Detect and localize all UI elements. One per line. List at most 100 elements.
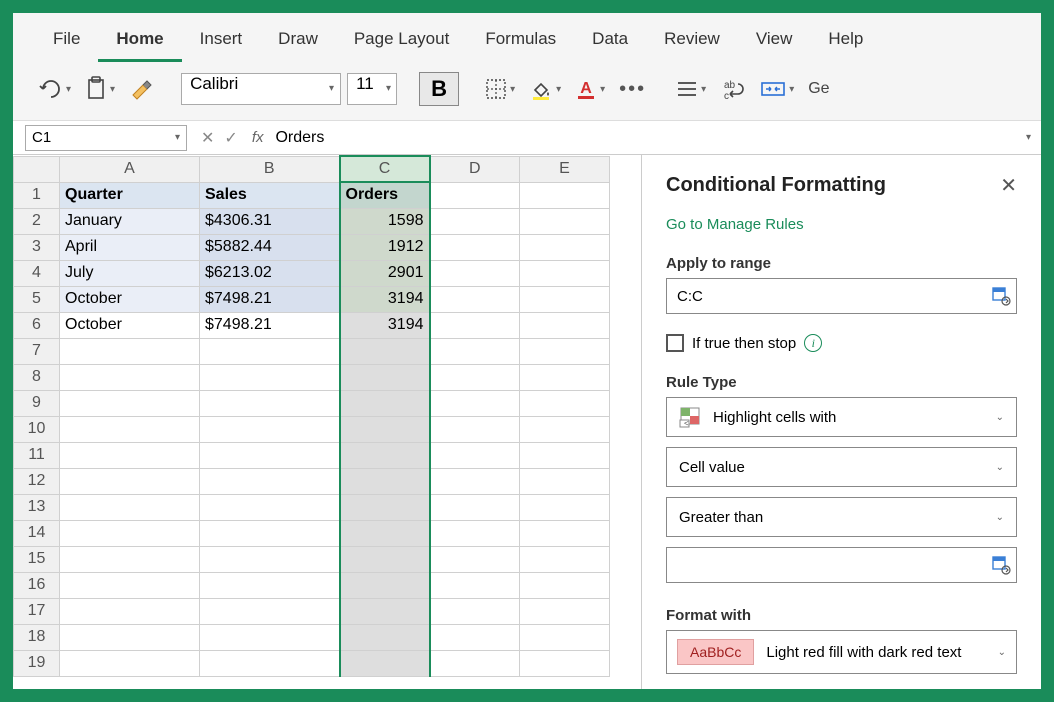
row-header[interactable]: 7 — [14, 338, 60, 364]
cell[interactable]: Quarter — [60, 182, 200, 208]
cell[interactable] — [430, 468, 520, 494]
cell[interactable] — [60, 650, 200, 676]
sheet-grid[interactable]: A B C D E 1QuarterSalesOrders2January$43… — [13, 155, 641, 689]
cell[interactable] — [340, 572, 430, 598]
cell[interactable] — [340, 624, 430, 650]
bold-button[interactable]: B — [419, 72, 459, 106]
cell[interactable]: $4306.31 — [200, 208, 340, 234]
format-with-dropdown[interactable]: AaBbCc Light red fill with dark red text… — [666, 630, 1017, 674]
cell[interactable]: 2901 — [340, 260, 430, 286]
row-header[interactable]: 12 — [14, 468, 60, 494]
cell[interactable] — [520, 468, 610, 494]
more-button[interactable]: ••• — [615, 74, 650, 105]
manage-rules-link[interactable]: Go to Manage Rules — [666, 216, 1017, 233]
cell[interactable] — [520, 286, 610, 312]
cell[interactable] — [60, 624, 200, 650]
cell[interactable] — [200, 390, 340, 416]
row-header[interactable]: 6 — [14, 312, 60, 338]
general-format-button[interactable]: Ge — [804, 76, 833, 102]
cell[interactable] — [430, 390, 520, 416]
cell[interactable]: October — [60, 312, 200, 338]
tab-insert[interactable]: Insert — [182, 21, 261, 62]
cell[interactable] — [340, 650, 430, 676]
comparison-value-input[interactable] — [666, 547, 1017, 583]
comparison-dropdown[interactable]: Greater than ⌄ — [666, 497, 1017, 537]
cell[interactable] — [430, 416, 520, 442]
cell[interactable]: $7498.21 — [200, 286, 340, 312]
row-header[interactable]: 17 — [14, 598, 60, 624]
cell[interactable] — [340, 416, 430, 442]
cell[interactable] — [60, 468, 200, 494]
cell[interactable] — [200, 494, 340, 520]
font-name-select[interactable]: Calibri ▾ — [181, 73, 341, 105]
merge-button[interactable]: ▾ — [756, 75, 798, 103]
cell[interactable] — [520, 520, 610, 546]
cell[interactable] — [430, 546, 520, 572]
cell[interactable] — [200, 416, 340, 442]
cell[interactable] — [430, 338, 520, 364]
row-header[interactable]: 2 — [14, 208, 60, 234]
tab-draw[interactable]: Draw — [260, 21, 336, 62]
cell[interactable]: Sales — [200, 182, 340, 208]
col-header-c[interactable]: C — [340, 156, 430, 182]
cell[interactable]: 1912 — [340, 234, 430, 260]
range-picker-icon[interactable] — [991, 555, 1011, 575]
cell[interactable] — [520, 650, 610, 676]
cell[interactable] — [60, 494, 200, 520]
cell[interactable]: October — [60, 286, 200, 312]
accept-icon[interactable]: ✓ — [224, 128, 237, 148]
cell[interactable] — [430, 572, 520, 598]
cell[interactable] — [520, 234, 610, 260]
cell[interactable] — [200, 442, 340, 468]
cell[interactable] — [520, 494, 610, 520]
select-all-corner[interactable] — [14, 156, 60, 182]
cell[interactable] — [520, 572, 610, 598]
cell[interactable] — [200, 624, 340, 650]
fx-label[interactable]: fx — [246, 129, 270, 146]
cell[interactable] — [340, 390, 430, 416]
cell[interactable] — [430, 286, 520, 312]
info-icon[interactable]: i — [804, 334, 822, 352]
cell[interactable] — [60, 572, 200, 598]
cell[interactable] — [340, 442, 430, 468]
borders-button[interactable]: ▾ — [481, 74, 519, 104]
row-header[interactable]: 11 — [14, 442, 60, 468]
close-icon[interactable]: ✕ — [1000, 173, 1017, 198]
paste-button[interactable]: ▾ — [81, 72, 119, 106]
cell[interactable] — [520, 182, 610, 208]
cell[interactable] — [520, 364, 610, 390]
tab-page-layout[interactable]: Page Layout — [336, 21, 467, 62]
tab-file[interactable]: File — [35, 21, 98, 62]
cell[interactable] — [60, 416, 200, 442]
cell[interactable] — [60, 546, 200, 572]
tab-data[interactable]: Data — [574, 21, 646, 62]
cell[interactable] — [60, 338, 200, 364]
cell[interactable] — [200, 520, 340, 546]
cell[interactable] — [430, 364, 520, 390]
cell[interactable] — [430, 234, 520, 260]
cell[interactable] — [60, 364, 200, 390]
row-header[interactable]: 5 — [14, 286, 60, 312]
cell[interactable] — [520, 624, 610, 650]
cell[interactable] — [430, 442, 520, 468]
cell[interactable] — [340, 494, 430, 520]
cell[interactable] — [430, 598, 520, 624]
apply-range-input[interactable] — [666, 278, 1017, 314]
tab-help[interactable]: Help — [810, 21, 881, 62]
cell[interactable] — [60, 520, 200, 546]
cell[interactable]: January — [60, 208, 200, 234]
cell[interactable] — [430, 182, 520, 208]
align-button[interactable]: ▾ — [672, 75, 710, 103]
cell[interactable] — [430, 208, 520, 234]
row-header[interactable]: 19 — [14, 650, 60, 676]
cell[interactable] — [520, 260, 610, 286]
row-header[interactable]: 16 — [14, 572, 60, 598]
tab-view[interactable]: View — [738, 21, 811, 62]
cancel-icon[interactable]: ✕ — [201, 128, 214, 148]
cell[interactable] — [520, 312, 610, 338]
cell[interactable]: $5882.44 — [200, 234, 340, 260]
cell[interactable] — [430, 520, 520, 546]
cell[interactable] — [200, 650, 340, 676]
cell[interactable] — [200, 338, 340, 364]
cell[interactable]: $7498.21 — [200, 312, 340, 338]
